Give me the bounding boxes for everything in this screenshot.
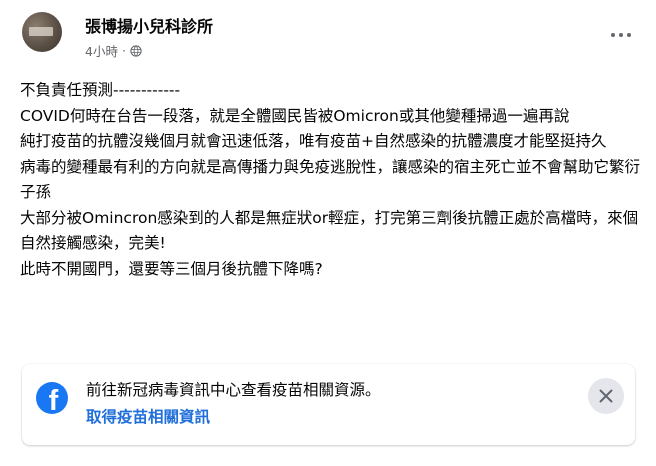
vaccine-info-link[interactable]: 取得疫苗相關資訊 bbox=[86, 405, 210, 427]
post-avatar[interactable] bbox=[22, 12, 62, 52]
post-timestamp[interactable]: 4小時 bbox=[85, 41, 118, 60]
globe-icon[interactable] bbox=[130, 44, 142, 57]
post-line: 此時不開國門，還要等三個月後抗體下降嗎? bbox=[20, 259, 323, 278]
facebook-logo-letter: f bbox=[48, 385, 59, 415]
post-line: 不負責任預測------------ bbox=[20, 81, 181, 99]
close-button[interactable] bbox=[588, 378, 624, 414]
avatar-image bbox=[29, 27, 53, 36]
more-options-icon[interactable] bbox=[606, 27, 636, 43]
more-dot bbox=[619, 33, 623, 37]
more-dot bbox=[611, 33, 615, 37]
post-line: 大部分被Omincron感染到的人都是無症狀or輕症，打完第三劑後抗體正處於高檔… bbox=[20, 208, 639, 253]
post-text: 不負責任預測------------ COVID何時在台告一段落，就是全體國民皆… bbox=[20, 78, 642, 282]
post-line: COVID何時在台告一段落，就是全體國民皆被Omicron或其他變種掃過一遍再說 bbox=[20, 106, 570, 125]
facebook-logo-icon: f bbox=[36, 382, 68, 414]
more-dot bbox=[627, 33, 631, 37]
covid-info-card: f 前往新冠病毒資訊中心查看疫苗相關資源。 取得疫苗相關資訊 bbox=[22, 364, 635, 445]
post-meta: 4小時 · bbox=[85, 41, 142, 60]
meta-separator: · bbox=[121, 43, 126, 58]
covid-info-text: 前往新冠病毒資訊中心查看疫苗相關資源。 bbox=[86, 381, 381, 399]
post-line: 病毒的變種最有利的方向就是高傳播力與免疫逃脫性，讓感染的宿主死亡並不會幫助它繁衍… bbox=[20, 157, 641, 202]
post-line: 純打疫苗的抗體沒幾個月就會迅速低落，唯有疫苗+自然感染的抗體濃度才能堅挺持久 bbox=[20, 132, 607, 150]
close-icon bbox=[599, 389, 613, 403]
post-author-name[interactable]: 張博揚小兒科診所 bbox=[85, 13, 213, 37]
